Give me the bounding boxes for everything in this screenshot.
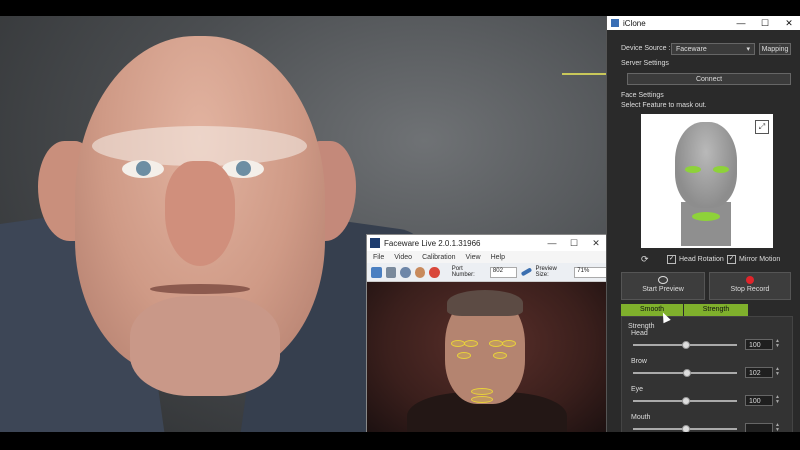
grid-icon[interactable] bbox=[385, 266, 397, 278]
eye-icon bbox=[658, 276, 668, 284]
close-button[interactable]: ✕ bbox=[585, 238, 607, 249]
head-rotation-checkbox[interactable]: ✓ Head Rotation bbox=[667, 255, 724, 264]
tracking-mouth-top bbox=[471, 388, 493, 395]
iclone-title: iClone bbox=[623, 18, 646, 28]
slider-value-eye[interactable]: 100 bbox=[745, 395, 773, 406]
reset-icon[interactable]: ⟳ bbox=[641, 254, 649, 265]
mask-mouth[interactable] bbox=[692, 212, 720, 221]
face-settings-label: Face Settings bbox=[621, 92, 664, 99]
stream-icon[interactable] bbox=[520, 267, 532, 277]
iclone-maximize-button[interactable]: ☐ bbox=[753, 18, 777, 29]
checkbox-checked-icon: ✓ bbox=[667, 255, 676, 264]
iclone-minimize-button[interactable]: — bbox=[729, 18, 753, 29]
device-source-label: Device Source : bbox=[621, 45, 671, 52]
menu-calibration[interactable]: Calibration bbox=[422, 254, 455, 261]
strength-title: Strength bbox=[628, 323, 655, 330]
start-preview-label: Start Preview bbox=[642, 286, 684, 293]
camera-icon[interactable] bbox=[371, 266, 382, 278]
iclone-close-button[interactable]: ✕ bbox=[777, 18, 800, 29]
slider-label-head: Head bbox=[631, 330, 648, 337]
tab-smooth[interactable]: Smooth bbox=[621, 304, 683, 316]
maximize-button[interactable]: ☐ bbox=[563, 238, 585, 249]
spinner-icon[interactable]: ▲ ▼ bbox=[774, 395, 781, 406]
server-settings-label: Server Settings bbox=[621, 60, 669, 67]
faceware-menu-bar: File Video Calibration View Help bbox=[367, 251, 607, 263]
mask-hint-text: Select Feature to mask out. bbox=[621, 102, 707, 109]
faceware-title-bar[interactable]: Faceware Live 2.0.1.31966 — ☐ ✕ bbox=[367, 235, 607, 251]
mirror-motion-label: Mirror Motion bbox=[739, 256, 781, 263]
minimize-button[interactable]: — bbox=[541, 238, 563, 249]
character-eye-left bbox=[122, 160, 164, 178]
character-nose bbox=[165, 161, 235, 266]
port-number-field[interactable]: 802 bbox=[489, 266, 517, 278]
stop-record-label: Stop Record bbox=[730, 286, 770, 293]
screen-top-bar bbox=[0, 0, 800, 16]
lifebuoy-icon[interactable] bbox=[429, 266, 440, 278]
iclone-panel[interactable]: iClone — ☐ ✕ Device Source : Faceware ▾ … bbox=[606, 16, 800, 434]
search-icon[interactable] bbox=[400, 266, 411, 278]
viewport-guide-line bbox=[562, 73, 606, 75]
slider-label-brow: Brow bbox=[631, 358, 647, 365]
mannequin-head bbox=[675, 122, 737, 208]
device-source-select[interactable]: Faceware ▾ bbox=[671, 43, 755, 55]
menu-video[interactable]: Video bbox=[394, 254, 412, 261]
expand-icon[interactable]: ⤢ bbox=[755, 120, 769, 134]
port-label: Port Number: bbox=[451, 266, 475, 278]
faceware-video-feed bbox=[367, 282, 607, 435]
tracking-brow-left bbox=[451, 340, 465, 347]
tracking-brow-left-2 bbox=[464, 340, 478, 347]
tracking-eye-left bbox=[457, 352, 471, 359]
chevron-down-icon: ▾ bbox=[746, 46, 750, 53]
mapping-button[interactable]: Mapping bbox=[759, 43, 791, 55]
faceware-title: Faceware Live 2.0.1.31966 bbox=[384, 238, 481, 248]
mannequin-neck bbox=[681, 202, 731, 246]
tracking-eye-right bbox=[493, 352, 507, 359]
character-mouth bbox=[150, 284, 250, 294]
character-chin bbox=[130, 296, 280, 396]
slider-label-eye: Eye bbox=[631, 386, 644, 393]
slider-value-brow[interactable]: 102 bbox=[745, 367, 773, 378]
tracking-brow-right-2 bbox=[502, 340, 516, 347]
video-person-hair bbox=[447, 290, 523, 316]
preview-size-label: Preview Size: bbox=[535, 266, 557, 278]
mask-eye-right[interactable] bbox=[713, 166, 729, 173]
tracking-brow-right bbox=[489, 340, 503, 347]
checkbox-checked-icon: ✓ bbox=[727, 255, 736, 264]
stop-record-button[interactable]: Stop Record bbox=[709, 272, 791, 300]
face-icon[interactable] bbox=[414, 266, 426, 278]
faceware-live-window[interactable]: Faceware Live 2.0.1.31966 — ☐ ✕ File Vid… bbox=[366, 234, 608, 436]
face-mask-preview[interactable]: ⤢ bbox=[641, 114, 773, 248]
mask-eye-left[interactable] bbox=[685, 166, 701, 173]
character-brow bbox=[92, 126, 307, 166]
record-icon bbox=[746, 276, 754, 284]
slider-label-mouth: Mouth bbox=[631, 414, 651, 421]
preview-size-select[interactable]: 71% bbox=[574, 266, 608, 278]
faceware-toolbar: Port Number: 802 Preview Size: 71% bbox=[367, 263, 608, 282]
slider-knob-brow[interactable] bbox=[683, 369, 692, 377]
tab-strength[interactable]: Strength bbox=[684, 304, 748, 316]
slider-value-head[interactable]: 100 bbox=[745, 339, 773, 350]
mirror-motion-checkbox[interactable]: ✓ Mirror Motion bbox=[727, 255, 780, 264]
iclone-title-bar[interactable]: iClone — ☐ ✕ bbox=[607, 16, 800, 30]
menu-help[interactable]: Help bbox=[491, 254, 505, 261]
iclone-logo-icon bbox=[611, 19, 619, 27]
tracking-mouth-bottom bbox=[471, 396, 493, 403]
device-source-value: Faceware bbox=[676, 46, 707, 53]
screen-bottom-bar bbox=[0, 432, 800, 450]
spinner-icon[interactable]: ▲ ▼ bbox=[774, 339, 781, 350]
menu-file[interactable]: File bbox=[373, 254, 384, 261]
slider-knob-eye[interactable] bbox=[682, 397, 690, 405]
menu-view[interactable]: View bbox=[466, 254, 481, 261]
spinner-icon[interactable]: ▲ ▼ bbox=[774, 367, 781, 378]
head-rotation-label: Head Rotation bbox=[679, 256, 724, 263]
faceware-logo-icon bbox=[370, 238, 380, 248]
connect-button[interactable]: Connect bbox=[627, 73, 791, 85]
slider-knob-head[interactable] bbox=[682, 341, 690, 349]
start-preview-button[interactable]: Start Preview bbox=[621, 272, 705, 300]
